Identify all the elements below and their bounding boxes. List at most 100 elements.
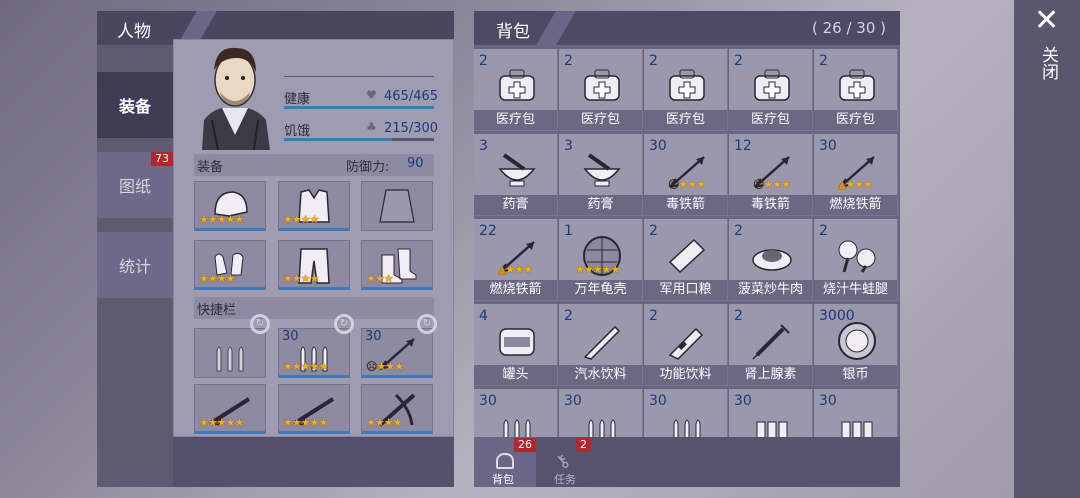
backpack-item[interactable]: 2 军用口粮 (644, 219, 728, 301)
ration-icon (666, 236, 708, 276)
character-main: 健康 ♥ 465/465 饥饿 ♣ 215/300 装备 防御力: 90 ★★★… (173, 39, 454, 437)
item-label: 毒铁箭 (729, 195, 812, 215)
item-label: 医疗包 (559, 110, 642, 130)
equipment-slot[interactable]: ★★★★ (278, 181, 350, 231)
heart-icon: ♥ (366, 88, 377, 102)
item-count: 30 (282, 329, 299, 344)
item-label: 医疗包 (729, 110, 812, 130)
item-label: 医疗包 (814, 110, 897, 130)
backpack-item[interactable]: 30 ▲★★★ 燃烧铁箭 (814, 134, 898, 216)
refresh-icon[interactable]: ↻ (250, 314, 270, 334)
character-portrait (192, 40, 278, 151)
item-count: 3 (479, 138, 488, 154)
equipment-header: 装备 防御力: 90 (194, 154, 434, 176)
item-label: 功能饮料 (644, 365, 727, 385)
tab-stats[interactable]: 统计 (97, 232, 173, 298)
backpack-item[interactable]: 3 药膏 (559, 134, 643, 216)
rarity-stars: ★★★★★ (199, 416, 244, 429)
item-label: 万年龟壳 (559, 280, 642, 300)
rarity-stars: ★★★★★ (283, 360, 328, 373)
tab-equipment[interactable]: 装备 (97, 72, 173, 138)
backpack-item[interactable]: 12 ☹★★★ 毒铁箭 (729, 134, 813, 216)
backpack-item[interactable]: 1 ★★★★★ 万年龟壳 (559, 219, 643, 301)
item-count: 3 (564, 138, 573, 154)
backpack-item[interactable]: 4 罐头 (474, 304, 558, 386)
quickbar-slot[interactable] (194, 328, 266, 378)
soda-icon (581, 321, 623, 361)
item-label: 燃烧铁箭 (814, 195, 897, 215)
equipment-slot[interactable]: ★★★★ (278, 240, 350, 290)
backpack-item[interactable]: 2 医疗包 (814, 49, 898, 131)
item-count: 22 (479, 223, 497, 239)
item-label: 毒铁箭 (644, 195, 727, 215)
backpack-item[interactable]: 2 医疗包 (474, 49, 558, 131)
backpack-header: 背包 ( 26 / 30 ) (474, 11, 900, 45)
rarity-stars: ★★★★★ (199, 213, 244, 226)
health-bar (284, 106, 434, 109)
item-count: 12 (734, 138, 752, 154)
item-label: 菠菜炒牛肉 (729, 280, 812, 300)
backpack-item[interactable]: 30 ☹★★★ 毒铁箭 (644, 134, 728, 216)
backpack-badge: 26 (514, 438, 536, 452)
refresh-icon[interactable]: ↻ (334, 314, 354, 334)
frog-legs-icon (836, 236, 878, 276)
item-count: 2 (649, 223, 658, 239)
item-count: 2 (564, 308, 573, 324)
item-count: 2 (819, 223, 828, 239)
quickbar-slot[interactable]: ★★★★★ (278, 384, 350, 434)
hunger-value: 215/300 (384, 121, 439, 136)
dish-icon (751, 236, 793, 276)
refresh-icon[interactable]: ↻ (417, 314, 437, 334)
equipment-slot[interactable] (361, 181, 433, 231)
quests-badge: 2 (576, 438, 591, 452)
close-panel[interactable]: ✕ 关闭 (1014, 0, 1080, 498)
quickbar-slot[interactable]: ★★★★★ (194, 384, 266, 434)
jacket-icon (376, 186, 418, 226)
backpack-item[interactable]: 2 汽水饮料 (559, 304, 643, 386)
item-count: 2 (734, 223, 743, 239)
item-count: 2 (564, 53, 573, 69)
item-count: 30 (819, 393, 837, 409)
backpack-item[interactable]: 22 ▲★★★ 燃烧铁箭 (474, 219, 558, 301)
syringe-icon (751, 321, 793, 361)
rarity-stars: ★★★★ (366, 416, 402, 429)
medkit-icon (496, 66, 538, 106)
backpack-item[interactable]: 2 功能饮料 (644, 304, 728, 386)
tab-blueprints[interactable]: 图纸 73 (97, 152, 173, 218)
silver-coin-icon (836, 321, 878, 361)
rarity-stars: ☹★★★ (753, 178, 791, 191)
blueprints-badge: 73 (151, 152, 173, 166)
bottom-tab-backpack[interactable]: 26 背包 (474, 437, 536, 487)
quickbar-slot[interactable]: 30 ★★★★★ (278, 328, 350, 378)
backpack-item[interactable]: 2 菠菜炒牛肉 (729, 219, 813, 301)
close-label[interactable]: 关闭 (1036, 46, 1061, 80)
character-footer (173, 437, 454, 487)
equipment-slot[interactable]: ★★★★ (194, 240, 266, 290)
quickbar-slot[interactable]: 30 ☹★★★ (361, 328, 433, 378)
rarity-stars: ★★★ (366, 272, 394, 285)
item-count: 2 (734, 53, 743, 69)
item-count: 30 (649, 138, 667, 154)
bottom-tab-quests-label: 任务 (554, 473, 576, 486)
item-label: 银币 (814, 365, 897, 385)
energy-drink-icon (666, 321, 708, 361)
equipment-slot[interactable]: ★★★ (361, 240, 433, 290)
backpack-item[interactable]: 2 医疗包 (559, 49, 643, 131)
equipment-slot[interactable]: ★★★★★ (194, 181, 266, 231)
character-title-text: 人物 (117, 22, 151, 42)
close-icon[interactable]: ✕ (1034, 6, 1059, 36)
backpack-item[interactable]: 2 烧汁牛蛙腿 (814, 219, 898, 301)
backpack-item[interactable]: 2 医疗包 (644, 49, 728, 131)
backpack-item[interactable]: 3000 银币 (814, 304, 898, 386)
backpack-item[interactable]: 3 药膏 (474, 134, 558, 216)
bottom-tab-quests[interactable]: 2 ⚷ 任务 (536, 437, 598, 487)
backpack-item[interactable]: 2 医疗包 (729, 49, 813, 131)
item-label: 医疗包 (474, 110, 557, 130)
rarity-stars: ★★★★ (283, 213, 319, 226)
item-label: 罐头 (474, 365, 557, 385)
backpack-item[interactable]: 2 肾上腺素 (729, 304, 813, 386)
quickbar-slot[interactable]: ★★★★ (361, 384, 433, 434)
rarity-stars: ★★★★★ (575, 263, 620, 276)
bottom-tab-backpack-label: 背包 (492, 473, 514, 486)
backpack-panel: 背包 ( 26 / 30 ) 2 医疗包 2 医疗包 2 医疗包 2 医疗包 2 医疗包 3 药膏 3 药… (474, 11, 900, 487)
